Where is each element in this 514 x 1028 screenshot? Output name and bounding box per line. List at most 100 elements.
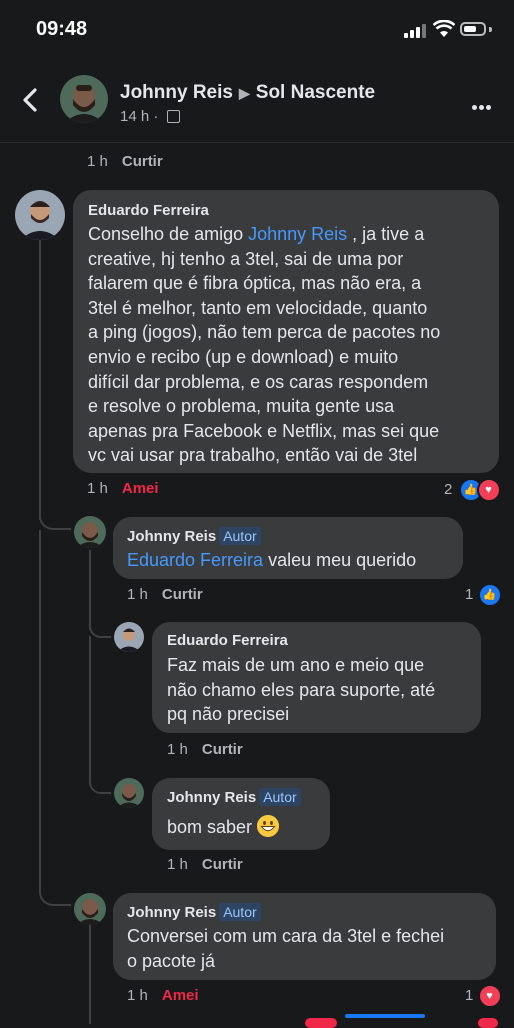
comment-author[interactable]: Eduardo Ferreira	[88, 202, 209, 219]
back-arrow-icon[interactable]	[18, 84, 42, 116]
prev-comment-meta: 1 h Curtir	[87, 153, 163, 170]
comment-meta: 1 h Amei	[87, 480, 159, 497]
comment-text-line: vc vai usar pra trabalho, então vai de 3…	[88, 445, 418, 466]
comment-text-line: creative, hj tenho a 3tel, sai de uma po…	[88, 248, 404, 269]
thread-line	[89, 924, 91, 1024]
comment-text-line: apenas pra Facebook e Netflix, mas sei q…	[88, 420, 440, 441]
avatar-eduardo[interactable]	[114, 622, 144, 652]
author-badge: Autor	[259, 788, 301, 806]
prev-comment-like-button[interactable]: Curtir	[122, 153, 163, 170]
battery-icon	[460, 22, 486, 36]
comment-text: Conversei com um cara da 3tel e fechei o…	[127, 924, 444, 973]
comment-author-name[interactable]: Johnny Reis	[167, 789, 256, 806]
comment-bubble[interactable]: Johnny Reis Autor Eduardo Ferreira valeu …	[113, 517, 463, 579]
comment-text-line: Conversei com um cara da 3tel e fechei	[127, 926, 445, 946]
love-reaction-icon: ♥	[476, 478, 501, 502]
header-meta: 14 h ·	[120, 108, 180, 125]
avatar-johnny[interactable]	[114, 778, 144, 808]
comment-meta: 1 h Curtir	[127, 586, 203, 603]
triangle-right-icon: ▶	[238, 85, 250, 101]
love-reaction-button[interactable]: Amei	[162, 987, 199, 1004]
comment-bubble[interactable]: Johnny Reis Autor bom saber	[152, 778, 330, 850]
comment-author-name[interactable]: Johnny Reis	[127, 528, 216, 545]
comment-text-line: o pacote já	[127, 950, 216, 971]
prev-comment-time: 1 h	[87, 153, 108, 170]
comment-meta: 1 h Amei	[127, 987, 199, 1004]
reaction-summary[interactable]: 1 👍	[465, 583, 502, 607]
comment-author[interactable]: Johnny Reis Autor	[127, 527, 261, 545]
comment-mention[interactable]: Eduardo Ferreira	[127, 550, 263, 570]
reaction-count: 1	[465, 986, 474, 1004]
comment-author[interactable]: Johnny Reis Autor	[127, 903, 261, 921]
avatar-eduardo[interactable]	[15, 190, 65, 240]
thread-connector	[39, 876, 71, 906]
comment-text: Conselho de amigo Johnny Reis , ja tive …	[88, 222, 493, 468]
grinning-face-icon	[257, 815, 280, 837]
signal-icon	[404, 24, 428, 38]
love-reaction-button[interactable]: Amei	[122, 480, 159, 497]
more-options-icon[interactable]	[472, 97, 493, 115]
reaction-summary[interactable]: 1 ♥	[465, 984, 502, 1008]
comment-time: 1 h	[167, 856, 188, 873]
author-badge: Autor	[219, 527, 261, 545]
header-avatar[interactable]	[60, 75, 108, 123]
comment-text-line: a ping (jogos), não tem perca de pacotes…	[88, 322, 441, 343]
battery-tip	[489, 27, 492, 32]
status-time: 09:48	[36, 18, 88, 40]
comment-text-line: Faz mais de um ano e meio que	[167, 655, 425, 675]
comment-meta: 1 h Curtir	[167, 856, 243, 873]
group-privacy-icon	[166, 110, 180, 123]
comment-text-line: pq não precisei	[167, 704, 290, 725]
comment-text: Faz mais de um ano e meio que não chamo …	[167, 653, 435, 727]
avatar-johnny[interactable]	[74, 893, 106, 925]
thread-connector	[39, 500, 71, 530]
cut-off-element	[345, 1014, 425, 1018]
comment-author-name[interactable]: Johnny Reis	[127, 904, 216, 921]
header-divider	[0, 142, 514, 143]
like-button[interactable]: Curtir	[202, 856, 243, 873]
comment-mention[interactable]: Johnny Reis	[248, 224, 347, 244]
comment-text-line: Conselho de amigo	[88, 224, 249, 244]
header-time: 14 h	[120, 108, 150, 125]
comment-time: 1 h	[127, 987, 148, 1004]
cut-off-element	[305, 1018, 337, 1028]
reaction-count: 2	[444, 480, 453, 498]
like-button[interactable]: Curtir	[162, 586, 203, 603]
comment-time: 1 h	[127, 586, 148, 603]
comment-meta: 1 h Curtir	[167, 741, 243, 758]
thread-connector	[89, 766, 111, 794]
thread-line	[39, 530, 41, 890]
like-reaction-icon: 👍	[477, 583, 502, 607]
header-author[interactable]: Johnny Reis	[120, 82, 233, 103]
comment-text-line: , ja tive a	[347, 224, 425, 244]
comment-time: 1 h	[87, 480, 108, 497]
avatar-johnny[interactable]	[74, 516, 106, 548]
comment-time: 1 h	[167, 741, 188, 758]
comment-bubble[interactable]: Johnny Reis Autor Conversei com um cara d…	[113, 893, 496, 980]
comment-bubble[interactable]: Eduardo Ferreira Faz mais de um ano e me…	[152, 622, 481, 733]
thread-line	[39, 240, 41, 520]
comment-author[interactable]: Johnny Reis Autor	[167, 788, 301, 806]
cut-off-element	[478, 1018, 498, 1028]
thread-line	[89, 636, 91, 776]
header-title[interactable]: Johnny Reis ▶ Sol Nascente	[120, 82, 375, 104]
comment-author[interactable]: Eduardo Ferreira	[167, 632, 288, 649]
comment-text-line: difícil dar problema, e os caras respond…	[88, 371, 429, 392]
comment-text-line: bom saber	[167, 817, 253, 837]
like-button[interactable]: Curtir	[202, 741, 243, 758]
comment-text-line: 3tel é melhor, tanto em velocidade, quan…	[88, 297, 428, 318]
comment-text-line: não chamo eles para suporte, até	[167, 679, 436, 700]
comment-text-line: e resolve o problema, muita gente usa	[88, 396, 395, 417]
wifi-icon	[432, 19, 456, 38]
header-group[interactable]: Sol Nascente	[256, 82, 375, 103]
comment-text-line: envio e recibo (up e download) e muito	[88, 346, 399, 367]
author-badge: Autor	[219, 903, 261, 921]
reaction-summary[interactable]: 2 👍 ♥	[444, 478, 501, 502]
reaction-count: 1	[465, 585, 474, 603]
love-reaction-icon: ♥	[477, 984, 502, 1008]
comment-bubble[interactable]: Eduardo Ferreira Conselho de amigo Johnn…	[73, 190, 499, 473]
thread-connector	[89, 612, 111, 638]
comment-text: bom saber	[167, 815, 280, 840]
comment-text-line: falarem que é fibra óptica, mas não era,…	[88, 273, 422, 294]
comment-text-line: valeu meu querido	[263, 550, 417, 570]
